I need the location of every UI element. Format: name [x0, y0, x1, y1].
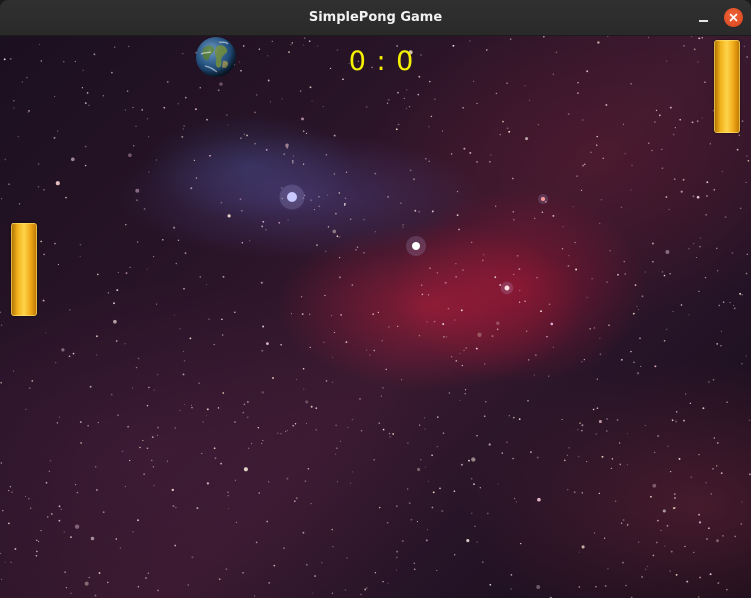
game-canvas[interactable]: 0 : 0 [0, 36, 751, 598]
window-title: SimplePong Game [308, 10, 443, 25]
starfield-background [0, 36, 751, 598]
minimize-icon [699, 20, 708, 22]
close-icon [729, 13, 738, 22]
score-display: 0 : 0 [348, 46, 415, 77]
left-paddle [11, 223, 37, 316]
minimize-button[interactable] [694, 8, 714, 28]
title-bar[interactable]: SimplePong Game [0, 0, 751, 36]
close-button[interactable] [724, 8, 743, 27]
game-window: SimplePong Game 0: 0 [0, 0, 751, 598]
